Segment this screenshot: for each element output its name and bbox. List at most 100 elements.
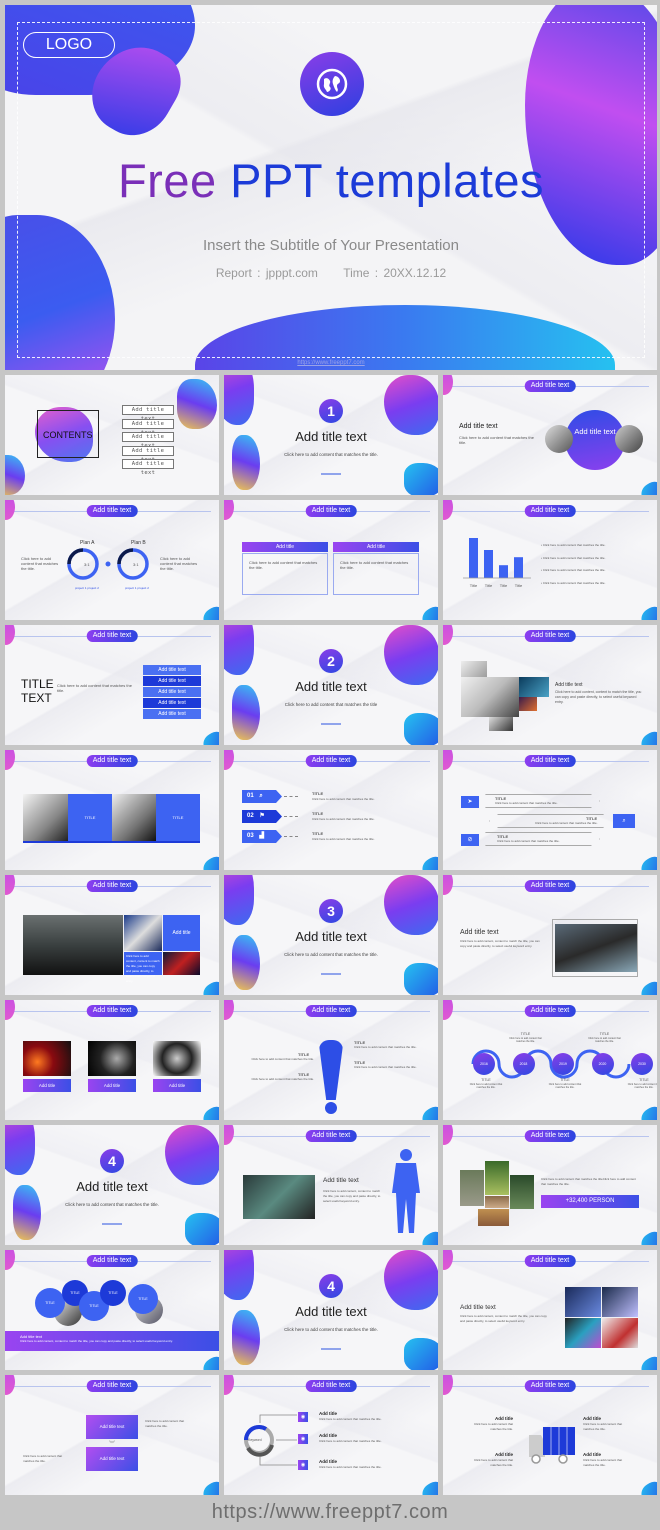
text-box: Click here to add content, content to ma…: [124, 952, 162, 983]
numbered-title: TITLE: [312, 831, 324, 836]
fluid-shape: [404, 463, 438, 495]
slide-thumb-coast[interactable]: Add title text Add title text Click here…: [443, 875, 657, 995]
slide-thumb-silhouette[interactable]: Add title text Add title text Click here…: [224, 1125, 438, 1245]
section-number-badge: 3: [319, 899, 343, 923]
slide-body-text: Click here to add content that matches t…: [57, 683, 132, 693]
numbered-title: TITLE: [312, 791, 324, 796]
flow-box-1: Add title text: [86, 1415, 138, 1439]
contents-item[interactable]: Add title text: [122, 445, 174, 463]
slide-thumb-title-list[interactable]: Add title text TITLE TEXT Click here to …: [5, 625, 219, 745]
slide-body-text: Click here to add content, content to ma…: [460, 1314, 547, 1323]
exclaim-text: Click here to add content that matches t…: [354, 1045, 417, 1049]
flow-text-left: Click here to add content that matches t…: [23, 1454, 63, 1463]
slide-thumb-circles[interactable]: Add title text Add title text Click here…: [443, 375, 657, 495]
footer-url[interactable]: https://www.freeppt7.com: [0, 1495, 660, 1530]
fluid-shape: [224, 875, 254, 925]
flag-icon: ⚑: [259, 813, 265, 819]
slide-thumb-collage[interactable]: Add title text Add title text Click here…: [443, 625, 657, 745]
contents-item[interactable]: Add title text: [122, 459, 174, 476]
bar-category-label: Title: [515, 583, 523, 588]
slide-thumb-flow[interactable]: Add title text Add title text ︾ Add titl…: [5, 1375, 219, 1495]
slide-thumb-persons[interactable]: Add title text Click here to add content…: [443, 1125, 657, 1245]
arrow-text: Click here to add content that matches t…: [497, 839, 560, 843]
contents-item[interactable]: Add title text: [122, 405, 174, 422]
forest-photo: [510, 1175, 534, 1209]
title-slide[interactable]: LOGO Free PPT templates Insert the Subti…: [5, 5, 657, 370]
title-panel-2: TITLE: [156, 794, 200, 841]
fluid-shape: [177, 379, 217, 429]
slide-body-text: Click here to add content that matches t…: [21, 556, 59, 571]
car-label-button[interactable]: Add title: [153, 1079, 201, 1092]
title-bubble: TITLE: [128, 1284, 158, 1314]
truck-item-title: Add title: [583, 1416, 601, 1421]
presentation-meta: Report : jpppt.com Time : 20XX.12.12: [5, 266, 657, 280]
slide-thumb-bar-chart[interactable]: Add title text Title Title Title Title • Cl…: [443, 500, 657, 620]
box-header-2: Add title: [333, 542, 419, 552]
watermark-link[interactable]: https://www.freeppt7.com: [5, 360, 657, 366]
slide-thumb-section-4[interactable]: 4 Add title text Click here to add conte…: [5, 1125, 219, 1245]
section-subtitle: Click here to add content that matches t…: [284, 702, 378, 707]
contents-item[interactable]: Add title text: [122, 418, 174, 436]
slide-thumb-plans[interactable]: Add title text Click here to add content…: [5, 500, 219, 620]
slide-thumb-quad-photos[interactable]: Add title text Add title text Click here…: [443, 1250, 657, 1370]
big-title-line-1: TITLE: [21, 677, 54, 691]
server-photo: [565, 1287, 601, 1317]
slide-thumb-contents[interactable]: CONTENTS Add title textAdd title textAdd…: [5, 375, 219, 495]
title-list-item[interactable]: Add title text: [143, 698, 201, 708]
slide-thumb-meeting[interactable]: Add title text TITLE TITLE: [5, 750, 219, 870]
header-pill: Add title text: [86, 1380, 138, 1392]
slide-heading: Add title text: [323, 1177, 359, 1184]
connector-lines: [259, 1414, 297, 1466]
numbered-tag: 01 ⌕: [242, 790, 282, 803]
slide-body-text: Click here to add content that matches t…: [459, 435, 534, 445]
section-title: Add title text: [295, 929, 367, 944]
header-pill: Add title text: [524, 1380, 576, 1392]
title-list-item[interactable]: Add title text: [143, 665, 201, 675]
car-label-button[interactable]: Add title: [23, 1079, 71, 1092]
send-icon: ➤: [461, 796, 479, 808]
contents-item[interactable]: Add title text: [122, 432, 174, 449]
slide-thumb-cars[interactable]: Add title text Add title Add title Add tit…: [5, 1000, 219, 1120]
slide-thumb-driving[interactable]: Add title text Add title Click here to a…: [5, 875, 219, 995]
keyword-item-title: Add title: [319, 1411, 337, 1416]
slide-thumb-timeline[interactable]: Add title text 2016 TITLE Click here to ad…: [443, 1000, 657, 1120]
paperclip-icon: ⊘: [461, 834, 479, 846]
slide-thumb-numbered-list[interactable]: Add title text 01 ⌕ TITLE Click here to ad…: [224, 750, 438, 870]
title-list-item[interactable]: Add title text: [143, 687, 201, 697]
truck-item-text: Click here to add content that matches t…: [583, 1458, 623, 1467]
slide-thumb-section-1[interactable]: 1 Add title text Click here to add conte…: [224, 375, 438, 495]
slide-thumb-exclaim[interactable]: Add title text TITLE Click here to add c…: [224, 1000, 438, 1120]
add-title-box: Add title: [163, 915, 200, 951]
slide-thumb-arrows[interactable]: Add title text ➤ TITLE Click here to add…: [443, 750, 657, 870]
truck-item-text: Click here to add content that matches t…: [473, 1422, 513, 1431]
section-title: Add title text: [295, 429, 367, 444]
header-pill: Add title text: [86, 1005, 138, 1017]
flow-box-2: Add title text: [86, 1447, 138, 1471]
plan-b-ratio: 3:1: [133, 562, 139, 567]
title-list-item[interactable]: Add title text: [143, 676, 201, 686]
slide-thumb-section-3[interactable]: 3 Add title text Click here to add conte…: [224, 875, 438, 995]
timeline-text: Click here to add content that matches t…: [469, 1083, 503, 1089]
slide-thumb-section-2[interactable]: 2 Add title text Click here to add conte…: [224, 625, 438, 745]
slide-thumb-bubbles[interactable]: Add title text TITLE TITLE TITLE TITLE TITLE…: [5, 1250, 219, 1370]
logo-badge[interactable]: LOGO: [23, 32, 115, 58]
title-list-item[interactable]: Add title text: [143, 709, 201, 719]
car-label-button[interactable]: Add title: [88, 1079, 136, 1092]
slide-thumb-keyword[interactable]: Add title text Keyword ◉ Add title Click h…: [224, 1375, 438, 1495]
section-underline: [321, 973, 341, 975]
section-title: Add title text: [76, 1179, 148, 1194]
donut-segment: [67, 548, 84, 565]
numbered-text: Click here to add content that matches t…: [312, 837, 375, 841]
keyword-item-title: Add title: [319, 1459, 337, 1464]
bullet-item: • Click here to add content that matches…: [541, 555, 606, 560]
slide-thumb-two-boxes[interactable]: Add title text Add title Add title Click…: [224, 500, 438, 620]
exclaim-text: Click here to add content that matches t…: [251, 1057, 314, 1061]
search-icon: ⌕: [613, 814, 635, 828]
title-word-free: Free: [117, 154, 217, 207]
businessman-silhouette: [392, 1149, 420, 1233]
header-pill: Add title text: [524, 380, 576, 392]
fluid-shape: [185, 1213, 219, 1245]
slide-thumb-truck[interactable]: Add title text Add title Click here to ad…: [443, 1375, 657, 1495]
keyword-item-text: Click here to add content that matches t…: [319, 1417, 382, 1421]
slide-thumb-section-4-repeat[interactable]: 4 Add title text Click here to add conte…: [224, 1250, 438, 1370]
